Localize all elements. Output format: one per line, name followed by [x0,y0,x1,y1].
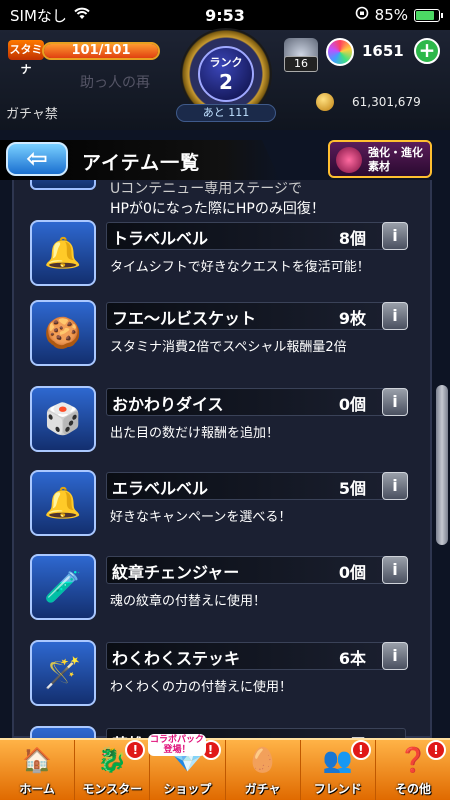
gold-count: 61,301,679 [352,95,421,109]
gacha-icon: 🥚 [247,746,278,774]
mission-banner[interactable]: 助っ人の再 [80,72,180,102]
strengthen-material-button[interactable]: 強化・進化 素材 [328,140,432,178]
item-description: 好きなキャンペーンを選べる！ [110,510,292,525]
stamina-value: 101/101 [71,43,131,58]
gold-bell-icon: 🔔 [30,470,96,536]
nav-item[interactable]: ❓ その他! [376,740,450,800]
back-button[interactable]: ⇦ [6,142,68,176]
carrier-label: SIMなし [10,6,67,25]
wifi-icon [73,6,91,24]
nav-item[interactable]: 🐉 モンスター! [75,740,151,800]
add-orb-button[interactable]: + [414,38,440,64]
orb-count: 1651 [362,42,404,60]
item-name: 紋章チェンジャー [112,563,240,582]
notification-badge: ! [426,740,447,760]
list-item[interactable]: 🧪 紋章チェンジャー 0個 i 魂の紋章の付替えに使用！ [30,554,420,624]
nav-label: ガチャ [244,782,281,796]
info-button[interactable]: i [382,388,408,416]
box-count: 16 [284,56,318,72]
item-count: 5個 [338,479,366,498]
status-bar: SIMなし 9:53 85% [0,0,450,30]
item-description: 出た目の数だけ報酬を追加！ [110,426,280,441]
notification-badge: ! [125,740,146,760]
stamina-label: スタミナ [8,40,44,76]
nav-label: モンスター [82,782,143,796]
item-description: タイムシフトで好きなクエストを復活可能！ [110,260,370,275]
list-item[interactable]: 🎲 おかわりダイス 0個 i 出た目の数だけ報酬を追加！ [30,386,420,456]
item-description: 魂の紋章の付替えに使用！ [110,594,267,609]
notification-badge: ! [350,740,371,760]
nav-item[interactable]: 🏠 ホーム [0,740,76,800]
orb-icon [326,38,354,66]
strengthen-label: 強化・進化 素材 [368,146,423,173]
back-arrow-icon: ⇦ [26,144,48,174]
item-count: 9枚 [338,309,366,328]
item-count: 6本 [338,649,366,668]
info-button[interactable]: i [382,642,408,670]
info-button[interactable]: i [382,222,408,250]
nav-label: ホーム [19,782,55,796]
gold-coin-icon [316,93,334,111]
scrollbar[interactable] [436,385,448,545]
item-name: フエ～ルビスケット [112,309,257,328]
nav-item[interactable]: 🥚 ガチャ [226,740,301,800]
item-description: わくわくの力の付替えに使用！ [110,680,293,695]
info-button[interactable]: i [382,472,408,500]
collab-pack-tag: コラボパック登場！ [148,734,206,756]
item-name: おかわりダイス [112,395,224,414]
list-item[interactable]: 🪄 わくわくステッキ 6本 i わくわくの力の付替えに使用！ [30,640,420,710]
list-item[interactable]: 🔔 トラベルベル 8個 i タイムシフトで好きなクエストを復活可能！ [30,220,420,290]
nav-label: フレンド [313,782,362,796]
title-bar: ミラクルミン ⇦ アイテム一覧 強化・進化 素材 [0,138,450,180]
list-item[interactable]: 🍪 フエ～ルビスケット 9枚 i スタミナ消費2倍でスペシャル報酬量2倍 [30,300,420,370]
list-item[interactable]: 🔔 エラベルベル 5個 i 好きなキャンペーンを選べる！ [30,470,420,540]
item-count: 0冊 [270,731,366,738]
bottom-nav: 🏠 ホーム 🐉 モンスター! 💎 ショップ! 🥚 ガチャ 👥 フレンド! ❓ その他! [0,738,450,800]
bell-icon: 🔔 [30,220,96,286]
nav-label: ショップ [163,782,212,796]
wand-icon: 🪄 [30,640,96,706]
item-name: エラベルベル [112,479,209,498]
rank-orb: ランク 2 [198,46,254,102]
item-count: 0個 [338,563,366,582]
book-icon [30,726,96,738]
dice-icon: 🎲 [30,386,96,452]
partial-item-desc: Uコンテニュー専用ステージで HPが0になった際にHPのみ回復！ [110,181,325,217]
battery-icon [414,8,443,22]
clock-time: 9:53 [205,5,245,25]
home-icon: 🏠 [22,746,53,774]
nav-label: その他 [394,782,431,796]
list-item[interactable]: 英雄の書0冊 [30,726,420,738]
info-button[interactable]: i [382,302,408,330]
biscuit-icon: 🍪 [30,300,96,366]
rank-label: ランク [209,56,243,69]
rank-number: 2 [219,70,233,94]
item-description: スタミナ消費2倍でスペシャル報酬量2倍 [110,340,347,355]
battery-percent: 85% [374,6,408,24]
partial-item-icon [30,180,96,190]
page-title: アイテム一覧 [82,152,201,174]
item-count: 8個 [338,229,366,248]
item-name: わくわくステッキ [112,649,241,668]
item-count: 0個 [338,395,366,414]
info-button[interactable]: i [382,556,408,584]
item-name: トラベルベル [112,229,209,248]
potion-icon: 🧪 [30,554,96,620]
rank-next-exp: あと 111 [176,104,276,122]
item-list[interactable]: Uコンテニュー専用ステージで HPが0になった際にHPのみ回復！ 🔔 トラベルベル… [0,180,450,738]
material-gem-icon [336,147,362,173]
gacha-ban-label: ガチャ禁 [6,107,58,122]
rotation-lock-icon [355,6,369,24]
nav-item[interactable]: 👥 フレンド! [301,740,376,800]
